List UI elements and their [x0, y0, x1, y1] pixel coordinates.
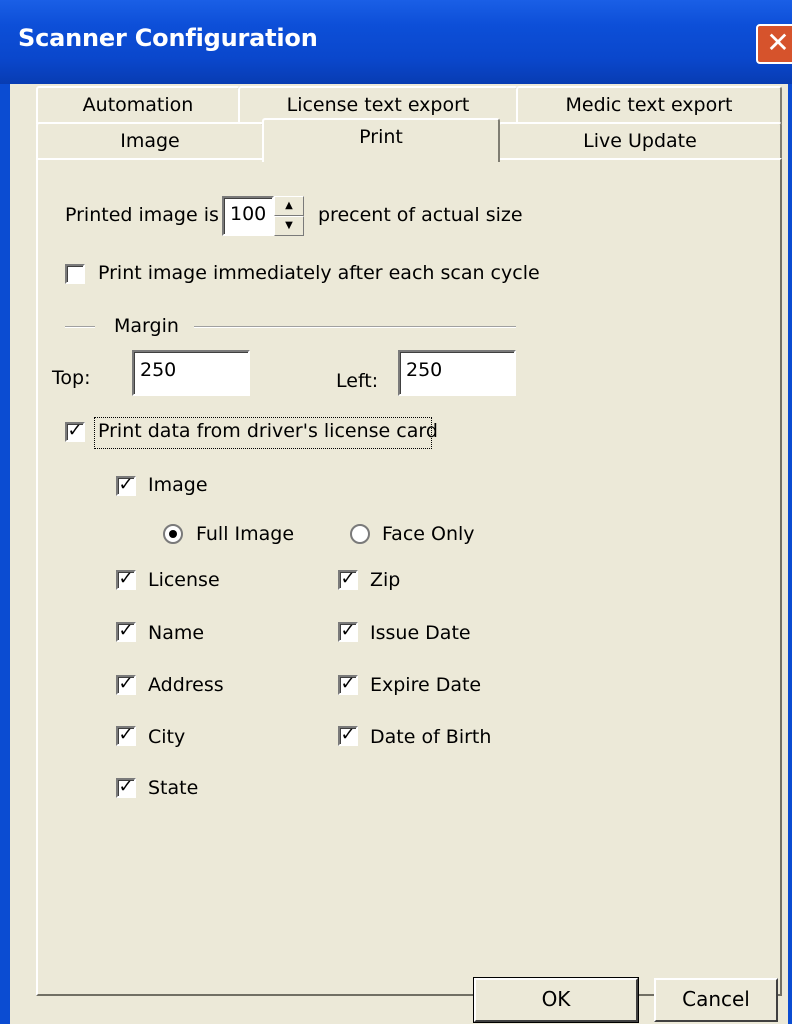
print-immediately-label: Print image immediately after each scan … [98, 262, 540, 284]
radio-dot-icon [169, 530, 177, 538]
face-only-label: Face Only [382, 523, 475, 545]
expire-date-checkbox[interactable]: ✓ [338, 675, 358, 695]
print-size-input[interactable]: 100 [222, 196, 274, 236]
zip-label: Zip [370, 569, 401, 591]
window-frame-right [788, 84, 792, 1024]
date-of-birth-label: Date of Birth [370, 726, 492, 748]
window-frame-left [0, 84, 10, 1024]
full-image-radio[interactable] [163, 524, 183, 544]
print-data-label: Print data from driver's license card [98, 420, 438, 442]
image-label: Image [148, 474, 208, 496]
date-of-birth-checkbox[interactable]: ✓ [338, 726, 358, 746]
left-margin-label: Left: [336, 370, 379, 392]
margin-divider-right [194, 326, 516, 328]
print-data-checkbox[interactable]: ✓ [65, 422, 85, 442]
margin-divider-left [65, 326, 95, 328]
tab-image[interactable]: Image [36, 122, 264, 160]
state-label: State [148, 777, 199, 799]
window-title: Scanner Configuration [18, 24, 318, 52]
city-label: City [148, 726, 186, 748]
tab-live-update[interactable]: Live Update [498, 122, 782, 160]
expire-date-label: Expire Date [370, 674, 482, 696]
top-margin-input[interactable]: 250 [132, 350, 250, 396]
face-only-radio[interactable] [350, 524, 370, 544]
address-label: Address [148, 674, 224, 696]
full-image-label: Full Image [196, 523, 295, 545]
printed-image-prefix: Printed image is [65, 204, 219, 226]
ok-button[interactable]: OK [473, 977, 639, 1023]
left-margin-input[interactable]: 250 [398, 350, 516, 396]
close-button[interactable]: ✕ [756, 24, 792, 64]
print-size-spinner[interactable]: ▲ ▼ [274, 196, 304, 238]
tab-print[interactable]: Print [262, 118, 500, 162]
title-bar: Scanner Configuration ✕ [0, 0, 792, 84]
margin-title: Margin [114, 315, 179, 337]
close-icon: ✕ [766, 26, 790, 59]
tab-medic-text-export[interactable]: Medic text export [516, 86, 782, 124]
license-label: License [148, 569, 220, 591]
cancel-button[interactable]: Cancel [654, 978, 778, 1022]
print-immediately-checkbox[interactable] [65, 264, 85, 284]
name-label: Name [148, 622, 205, 644]
image-checkbox[interactable]: ✓ [116, 476, 136, 496]
license-checkbox[interactable]: ✓ [116, 570, 136, 590]
top-margin-label: Top: [52, 367, 91, 389]
printed-image-suffix: precent of actual size [318, 204, 523, 226]
city-checkbox[interactable]: ✓ [116, 726, 136, 746]
tab-automation[interactable]: Automation [36, 86, 240, 124]
state-checkbox[interactable]: ✓ [116, 778, 136, 798]
name-checkbox[interactable]: ✓ [116, 622, 136, 642]
issue-date-label: Issue Date [370, 622, 471, 644]
spin-up-icon[interactable]: ▲ [274, 196, 304, 216]
address-checkbox[interactable]: ✓ [116, 675, 136, 695]
issue-date-checkbox[interactable]: ✓ [338, 622, 358, 642]
spin-down-icon[interactable]: ▼ [274, 216, 304, 236]
zip-checkbox[interactable]: ✓ [338, 570, 358, 590]
